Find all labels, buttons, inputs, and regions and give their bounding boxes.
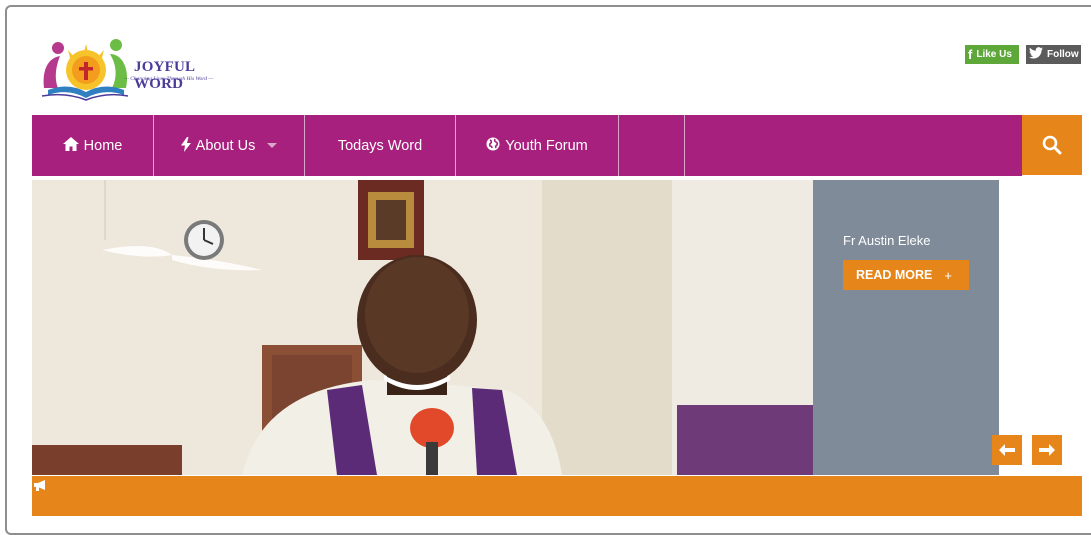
slider-prev-button[interactable] [992, 435, 1022, 465]
read-more-label: READ MORE [856, 268, 933, 282]
slider-caption-panel: Fr Austin Eleke READ MORE + [813, 180, 999, 475]
twitter-follow-button[interactable]: Follow [1026, 45, 1081, 64]
facebook-label: Like Us [976, 49, 1012, 60]
nav-item-todays-word[interactable]: Todays Word [305, 115, 456, 176]
nav-label: Todays Word [337, 137, 423, 154]
joyful-word-logo-icon [41, 39, 129, 101]
arrow-right-icon [1039, 444, 1055, 456]
site-logo[interactable]: JOYFUL WORD — Changing Lives Through His… [38, 38, 243, 102]
arrow-left-icon [999, 444, 1015, 456]
search-icon [1042, 135, 1062, 155]
nav-item-about-us[interactable]: About Us [154, 115, 305, 176]
globe-icon [486, 137, 500, 154]
twitter-label: Follow [1047, 49, 1079, 60]
home-icon [62, 137, 79, 154]
nav-spacer [619, 115, 685, 176]
twitter-icon [1029, 47, 1043, 62]
megaphone-icon [34, 479, 48, 497]
slider-image[interactable] [32, 180, 813, 475]
bolt-icon [180, 136, 191, 155]
nav-label: About Us [195, 137, 256, 154]
plus-icon: + [944, 267, 952, 283]
slide-title: Fr Austin Eleke [843, 233, 931, 248]
nav-item-youth-forum[interactable]: Youth Forum [456, 115, 619, 176]
nav-label: Youth Forum [505, 137, 588, 154]
chevron-down-icon [267, 143, 278, 148]
logo-tagline: — Changing Lives Through His Word — [124, 76, 214, 82]
search-button[interactable] [1022, 115, 1082, 175]
nav-item-home[interactable]: Home [32, 115, 154, 176]
main-navigation: Home About Us Todays Word Youth Forum [32, 115, 1022, 176]
nav-label: Home [83, 137, 123, 154]
facebook-like-button[interactable]: f Like Us [965, 45, 1019, 64]
priest-photo [32, 180, 813, 475]
read-more-button[interactable]: READ MORE + [843, 260, 969, 290]
slider-next-button[interactable] [1032, 435, 1062, 465]
facebook-icon: f [968, 47, 973, 62]
news-ticker-bar [32, 476, 1082, 516]
